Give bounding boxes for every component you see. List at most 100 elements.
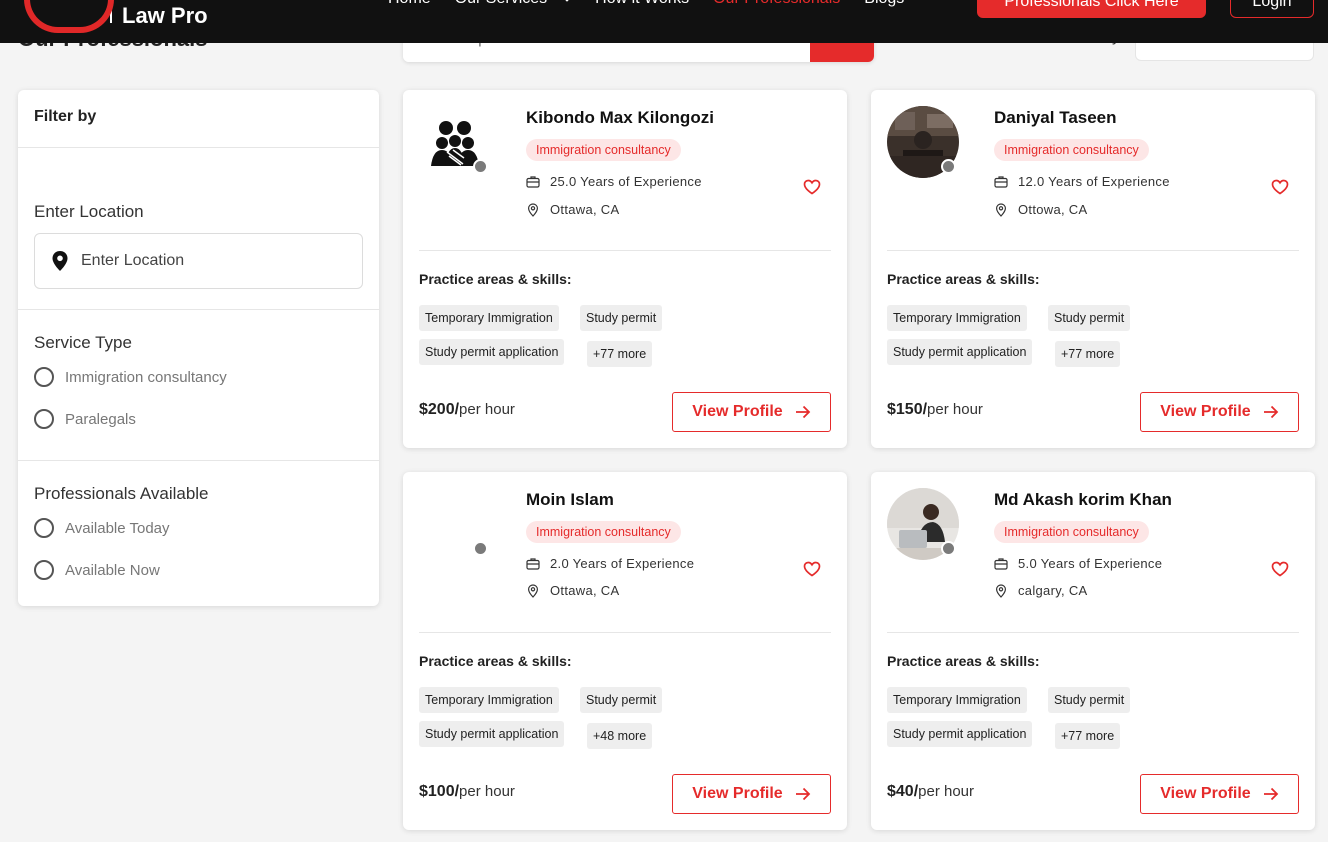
professional-card: Md Akash korim Khan Immigration consulta… (871, 472, 1315, 830)
arrow-right-icon (1263, 405, 1278, 419)
radio-button[interactable] (34, 409, 54, 429)
location-row: Ottawa, CA (526, 583, 619, 598)
service-option-immigration[interactable]: Immigration consultancy (34, 367, 227, 387)
skill-chip: Study permit (580, 305, 663, 331)
professional-name[interactable]: Kibondo Max Kilongozi (526, 108, 714, 128)
nav-link-our-services[interactable]: Our Services (455, 0, 573, 8)
heart-icon[interactable] (1271, 179, 1289, 195)
radio-button[interactable] (34, 367, 54, 387)
location-pin-icon (527, 202, 539, 217)
price: $100/per hour (419, 783, 515, 801)
location-text: Ottawa, CA (550, 583, 620, 598)
card-divider (419, 632, 831, 633)
status-dot (473, 541, 488, 556)
professional-name[interactable]: Moin Islam (526, 490, 614, 510)
price: $40/per hour (887, 783, 974, 801)
status-dot (473, 159, 488, 174)
service-badge: Immigration consultancy (994, 521, 1149, 543)
experience-text: 12.0 Years of Experience (1018, 174, 1170, 189)
skills-title: Practice areas & skills: (419, 653, 572, 669)
skill-chip: Study permit application (887, 721, 1033, 747)
nav-links: Home Our Services How it Works Our Profe… (388, 0, 928, 8)
location-text: Ottowa, CA (1018, 202, 1088, 217)
top-navigation: Law Pro Home Our Services How it Works O… (0, 0, 1328, 43)
logo-text: Law Pro (122, 3, 208, 28)
more-skills-chip[interactable]: +77 more (1055, 723, 1121, 749)
view-profile-button[interactable]: View Profile (672, 774, 831, 814)
availability-option-label: Available Now (65, 561, 160, 579)
price-unit: per hour (918, 783, 975, 800)
view-profile-button[interactable]: View Profile (1140, 392, 1299, 432)
professionals-cta-button[interactable]: Professionals Click Here (977, 0, 1206, 18)
price-unit: per hour (459, 783, 515, 800)
arrow-right-icon (795, 405, 810, 419)
service-option-paralegals[interactable]: Paralegals (34, 409, 136, 429)
service-type-title: Service Type (34, 333, 132, 352)
filter-divider (18, 309, 379, 310)
skills-title: Practice areas & skills: (887, 653, 1040, 669)
availability-option-label: Available Today (65, 519, 170, 537)
price: $150/per hour (887, 401, 983, 419)
location-text: Ottawa, CA (550, 202, 620, 217)
skill-chip: Temporary Immigration (419, 305, 559, 331)
status-dot (941, 159, 956, 174)
logo[interactable]: Law Pro (24, 0, 208, 33)
availability-title: Professionals Available (34, 484, 209, 503)
view-profile-label: View Profile (1160, 785, 1251, 802)
heart-icon[interactable] (803, 561, 821, 577)
more-skills-chip[interactable]: +48 more (587, 723, 653, 749)
experience-row: 5.0 Years of Experience (994, 556, 1162, 571)
view-profile-label: View Profile (1160, 403, 1251, 420)
price-amount: $150/ (887, 401, 928, 418)
arrow-right-icon (795, 787, 810, 801)
skill-chip: Study permit (1048, 687, 1131, 713)
nav-link-home[interactable]: Home (388, 0, 431, 8)
view-profile-button[interactable]: View Profile (1140, 774, 1299, 814)
skill-chip: Temporary Immigration (419, 687, 559, 713)
skill-chip: Study permit application (419, 721, 565, 747)
nav-link-how-it-works[interactable]: How it Works (595, 0, 689, 8)
nav-link-blogs[interactable]: Blogs (864, 0, 904, 8)
location-pin-icon (527, 583, 539, 598)
skills-title: Practice areas & skills: (887, 271, 1040, 287)
heart-icon[interactable] (803, 179, 821, 195)
price: $200/per hour (419, 401, 515, 419)
professional-name[interactable]: Daniyal Taseen (994, 108, 1117, 128)
card-divider (419, 250, 831, 251)
skill-chip: Study permit (1048, 305, 1131, 331)
service-badge: Immigration consultancy (526, 521, 681, 543)
service-badge: Immigration consultancy (526, 139, 681, 161)
location-row: Ottowa, CA (994, 202, 1087, 217)
radio-button[interactable] (34, 518, 54, 538)
service-badge: Immigration consultancy (994, 139, 1149, 161)
location-input[interactable] (81, 252, 341, 270)
price-amount: $40/ (887, 783, 919, 800)
experience-row: 12.0 Years of Experience (994, 174, 1170, 189)
heart-icon[interactable] (1271, 561, 1289, 577)
experience-text: 5.0 Years of Experience (1018, 556, 1163, 571)
nav-link-our-professionals[interactable]: Our Professionals (713, 0, 840, 8)
radio-button[interactable] (34, 560, 54, 580)
nav-link-our-services-label: Our Services (455, 0, 547, 8)
logo-mark-icon (24, 0, 114, 33)
login-button[interactable]: Login (1230, 0, 1314, 18)
briefcase-icon (994, 176, 1008, 188)
price-unit: per hour (927, 401, 983, 418)
professional-name[interactable]: Md Akash korim Khan (994, 490, 1172, 510)
filter-title: Filter by (18, 90, 379, 148)
experience-row: 2.0 Years of Experience (526, 556, 694, 571)
view-profile-button[interactable]: View Profile (672, 392, 831, 432)
skills-title: Practice areas & skills: (419, 271, 572, 287)
experience-text: 2.0 Years of Experience (550, 556, 695, 571)
availability-option-today[interactable]: Available Today (34, 518, 170, 538)
experience-text: 25.0 Years of Experience (550, 174, 702, 189)
availability-option-now[interactable]: Available Now (34, 560, 160, 580)
location-row: calgary, CA (994, 583, 1088, 598)
more-skills-chip[interactable]: +77 more (587, 341, 653, 367)
location-field[interactable] (34, 233, 363, 289)
more-skills-chip[interactable]: +77 more (1055, 341, 1121, 367)
card-divider (887, 250, 1299, 251)
view-profile-label: View Profile (692, 403, 783, 420)
map-pin-icon (52, 251, 68, 271)
experience-row: 25.0 Years of Experience (526, 174, 702, 189)
